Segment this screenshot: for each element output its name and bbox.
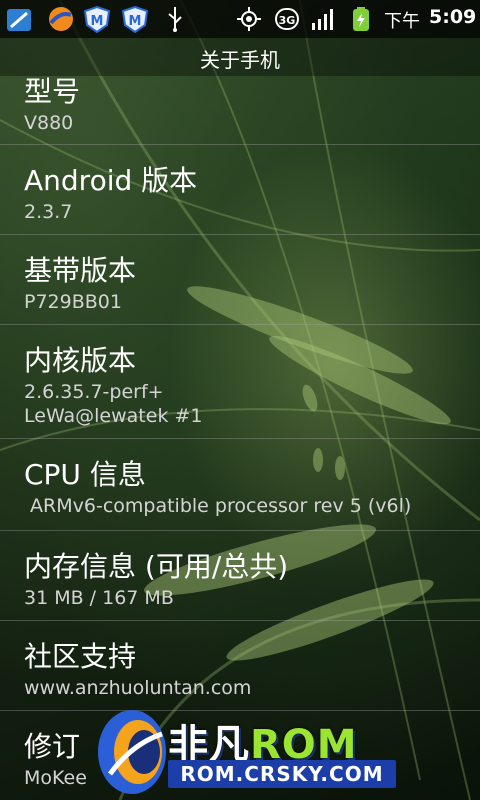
- item-title: Android 版本: [24, 164, 198, 197]
- status-time: 5:09: [429, 6, 477, 28]
- item-title: 修订: [24, 730, 81, 763]
- usb-icon: [160, 4, 190, 34]
- item-value: www.anzhuoluntan.com: [24, 677, 252, 699]
- screen: M M 3G 下午 5:09 关于手机 型号 V880 Android 版本 2: [0, 0, 480, 800]
- list-item-baseband-version[interactable]: 基带版本 P729BB01: [0, 234, 480, 324]
- item-title: CPU 信息: [24, 458, 146, 491]
- svg-text:M: M: [129, 14, 142, 29]
- 3g-icon: 3G: [272, 4, 302, 34]
- item-title: 基带版本: [24, 254, 137, 287]
- signal-icon: [308, 4, 338, 34]
- item-title: 型号: [24, 75, 81, 108]
- crsky-swirl-icon: [98, 710, 166, 794]
- security-m-icon[interactable]: M: [82, 4, 112, 34]
- list-item-community-support[interactable]: 社区支持 www.anzhuoluntan.com: [0, 620, 480, 710]
- item-value: 2.6.35.7-perf+: [24, 381, 164, 403]
- item-title: 社区支持: [24, 640, 137, 673]
- item-value: MoKee: [24, 767, 87, 789]
- item-value: P729BB01: [24, 291, 122, 313]
- item-value: V880: [24, 112, 74, 134]
- security-m-icon[interactable]: M: [120, 4, 150, 34]
- list-item-cpu-info[interactable]: CPU 信息 ARMv6-compatible processor rev 5 …: [0, 438, 480, 528]
- list-item-model[interactable]: 型号 V880: [0, 54, 480, 144]
- item-title: 内存信息 (可用/总共): [24, 550, 289, 583]
- battery-charging-icon: [346, 4, 376, 34]
- item-value: 2.3.7: [24, 201, 73, 223]
- list-item-android-version[interactable]: Android 版本 2.3.7: [0, 144, 480, 234]
- status-ampm: 下午: [384, 11, 420, 32]
- svg-text:M: M: [91, 14, 104, 29]
- status-bar: M M 3G 下午 5:09: [0, 0, 480, 38]
- gps-icon: [234, 4, 264, 34]
- browser-icon[interactable]: [46, 4, 76, 34]
- item-title: 内核版本: [24, 344, 137, 377]
- svg-text:3G: 3G: [279, 14, 296, 27]
- item-value: ARMv6-compatible processor rev 5 (v6l): [24, 495, 412, 517]
- list-item-memory-info[interactable]: 内存信息 (可用/总共) 31 MB / 167 MB: [0, 530, 480, 620]
- watermark-logo: 非凡ROM ROM.CRSKY.COM: [92, 704, 422, 800]
- item-value: 31 MB / 167 MB: [24, 587, 174, 609]
- watermark-url: ROM.CRSKY.COM: [168, 760, 396, 788]
- app-store-icon[interactable]: [4, 4, 34, 34]
- list-item-kernel-version[interactable]: 内核版本 2.6.35.7-perf+ LeWa@lewatek #1: [0, 324, 480, 434]
- item-value-line2: LeWa@lewatek #1: [24, 405, 203, 427]
